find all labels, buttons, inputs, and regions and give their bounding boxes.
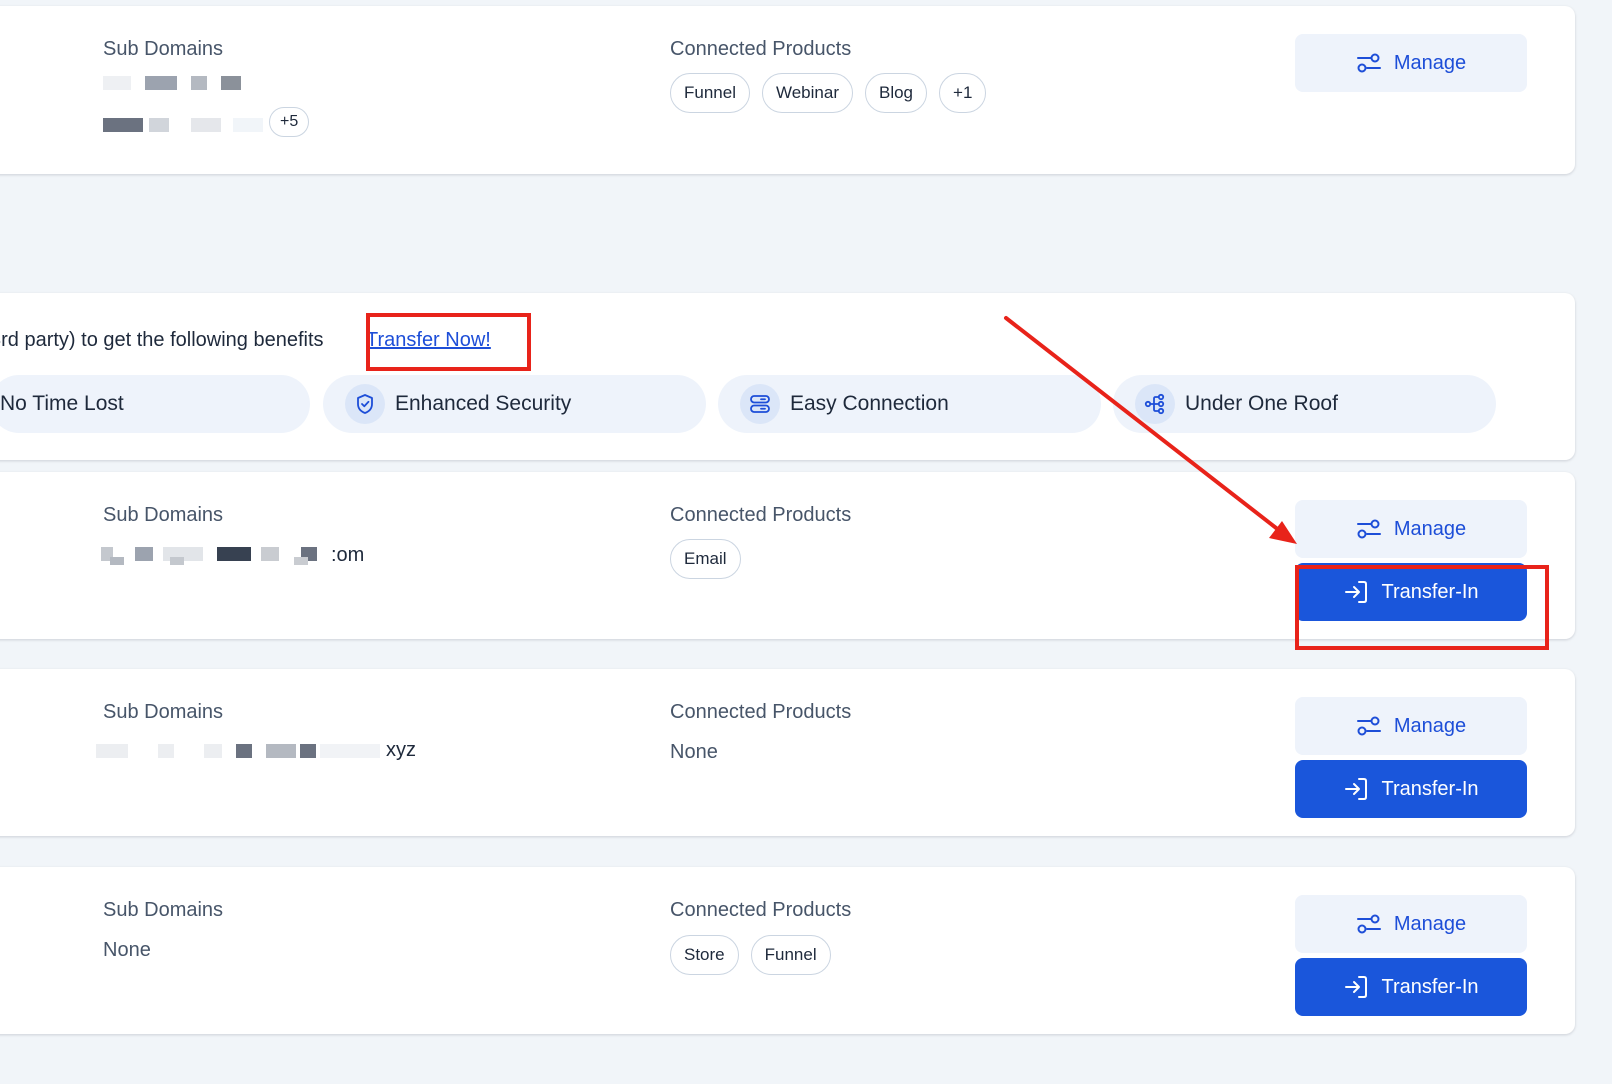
subdomain-more-chip[interactable]: +5 (269, 107, 310, 137)
product-chips: Email (670, 539, 741, 579)
sub-domains-value: None (103, 939, 151, 961)
manage-button[interactable]: Manage (1295, 895, 1527, 953)
manage-button[interactable]: Manage (1295, 34, 1527, 92)
redacted-subdomain: xyz (96, 739, 416, 762)
product-chip[interactable]: Funnel (750, 935, 831, 975)
banner-text: 3rd party) to get the following benefits (0, 329, 324, 351)
sub-domains-label: Sub Domains (103, 504, 224, 526)
connected-products-label: Connected Products (670, 38, 852, 60)
sliders-icon (1356, 519, 1382, 539)
connected-products-label: Connected Products (670, 899, 852, 921)
subdomain-suffix: xyz (386, 739, 416, 761)
transfer-in-label: Transfer-In (1381, 777, 1479, 800)
annotation-box-transfer-in (1295, 565, 1549, 650)
connected-products-label: Connected Products (670, 504, 852, 526)
product-chip[interactable]: Blog (864, 73, 928, 113)
product-chip[interactable]: Funnel (670, 73, 750, 113)
benefit-label: Enhanced Security (395, 392, 572, 415)
sub-domains-label: Sub Domains (103, 38, 224, 60)
transfer-in-button[interactable]: Transfer-In (1295, 958, 1527, 1016)
more-count[interactable]: +5 (269, 107, 310, 137)
server-stack-icon (740, 384, 780, 424)
sign-in-icon (1343, 974, 1369, 1000)
domain-card-1: Sub Domains +5 Connected Products Funnel… (0, 6, 1575, 174)
manage-label: Manage (1393, 912, 1467, 935)
product-chip[interactable]: Email (670, 539, 741, 579)
product-chip[interactable]: Webinar (761, 73, 853, 113)
sub-domains-label: Sub Domains (103, 899, 224, 921)
redacted-subdomain (103, 76, 241, 90)
manage-button[interactable]: Manage (1295, 697, 1527, 755)
shield-check-icon (345, 384, 385, 424)
product-chips: Funnel Webinar Blog +1 (670, 73, 987, 113)
benefit-pill: No Time Lost (0, 375, 310, 433)
sliders-icon (1356, 716, 1382, 736)
product-chip-more[interactable]: +1 (939, 73, 987, 113)
transfer-in-label: Transfer-In (1381, 975, 1479, 998)
domain-card-3: Sub Domains xyz Connected Products None … (0, 669, 1575, 836)
sub-domains-label: Sub Domains (103, 701, 224, 723)
domains-page: Sub Domains +5 Connected Products Funnel… (0, 0, 1612, 1084)
transfer-benefits-banner: 3rd party) to get the following benefits… (0, 293, 1575, 460)
manage-label: Manage (1393, 51, 1467, 74)
domain-card-4: Sub Domains None Connected Products Stor… (0, 867, 1575, 1034)
transfer-in-button[interactable]: Transfer-In (1295, 760, 1527, 818)
annotation-box-transfer-now (366, 313, 531, 371)
benefit-label: Easy Connection (790, 392, 949, 415)
sliders-icon (1356, 53, 1382, 73)
product-chip[interactable]: Store (670, 935, 739, 975)
benefit-label: Under One Roof (1185, 392, 1338, 415)
benefit-label: No Time Lost (0, 392, 124, 415)
manage-label: Manage (1393, 714, 1467, 737)
redacted-subdomain (110, 557, 308, 565)
benefit-pill: Easy Connection (718, 375, 1101, 433)
benefit-pill: Enhanced Security (323, 375, 706, 433)
sign-in-icon (1343, 776, 1369, 802)
manage-label: Manage (1393, 517, 1467, 540)
subdomain-suffix: :om (331, 544, 365, 566)
benefit-pill: Under One Roof (1113, 375, 1496, 433)
redacted-subdomain (103, 118, 263, 132)
connected-products-label: Connected Products (670, 701, 852, 723)
sliders-icon (1356, 914, 1382, 934)
share-nodes-icon (1135, 384, 1175, 424)
product-chips: Store Funnel (670, 935, 831, 975)
manage-button[interactable]: Manage (1295, 500, 1527, 558)
connected-products-value: None (670, 741, 718, 763)
